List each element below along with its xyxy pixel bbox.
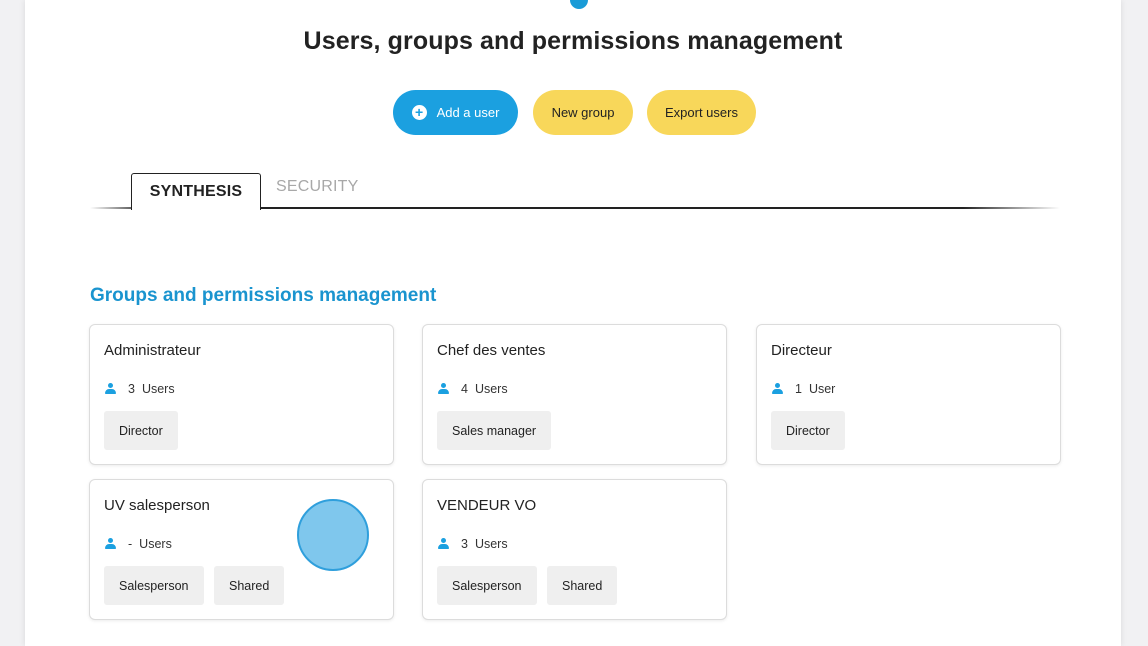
- section-title: Groups and permissions management: [90, 285, 437, 306]
- shared-tag: Shared: [547, 566, 618, 605]
- top-indicator-dot: [570, 0, 588, 9]
- user-count-unit: User: [808, 382, 836, 396]
- add-user-label: Add a user: [436, 105, 500, 120]
- group-user-count: 3 Users: [437, 537, 508, 551]
- shared-tag: Shared: [214, 566, 285, 605]
- user-count-value: -: [128, 537, 133, 551]
- user-count-unit: Users: [474, 537, 508, 551]
- group-user-count: 3 Users: [104, 382, 175, 396]
- role-tag: Sales manager: [437, 411, 552, 450]
- role-tag: Director: [771, 411, 845, 450]
- tab-security[interactable]: SECURITY: [276, 178, 359, 202]
- user-icon: [437, 383, 450, 395]
- group-name: VENDEUR VO: [437, 497, 537, 514]
- group-card-directeur[interactable]: Directeur 1 User Director: [756, 324, 1061, 465]
- page-title: Users, groups and permissions management: [303, 27, 843, 55]
- user-count-unit: Users: [141, 382, 175, 396]
- group-name: Chef des ventes: [437, 342, 546, 359]
- user-count-unit: Users: [139, 537, 172, 551]
- user-icon: [437, 538, 450, 550]
- group-card-vendeur-vo[interactable]: VENDEUR VO 3 Users Salesperson Shared: [422, 479, 727, 620]
- plus-circle-icon: +: [411, 105, 427, 120]
- user-count-value: 1: [795, 382, 802, 396]
- group-card-chef-des-ventes[interactable]: Chef des ventes 4 Users Sales manager: [422, 324, 727, 465]
- user-count-value: 4: [461, 382, 468, 396]
- user-icon: [104, 383, 117, 395]
- group-name: Administrateur: [104, 342, 201, 359]
- group-user-count: - Users: [104, 537, 172, 551]
- user-count-value: 3: [128, 382, 135, 396]
- group-card-administrateur[interactable]: Administrateur 3 Users Director: [89, 324, 394, 465]
- role-tag: Salesperson: [104, 566, 204, 605]
- role-tag: Director: [104, 411, 178, 450]
- export-users-button[interactable]: Export users: [647, 90, 756, 135]
- user-icon: [104, 538, 117, 550]
- add-user-button[interactable]: + Add a user: [393, 90, 518, 135]
- tab-synthesis[interactable]: SYNTHESIS: [131, 173, 261, 210]
- user-count-value: 3: [461, 537, 468, 551]
- group-name: Directeur: [771, 342, 832, 359]
- main-panel: Users, groups and permissions management…: [25, 0, 1121, 646]
- new-group-button[interactable]: New group: [533, 90, 633, 135]
- group-name: UV salesperson: [104, 497, 210, 514]
- user-count-unit: Users: [474, 382, 508, 396]
- group-user-count: 1 User: [771, 382, 835, 396]
- role-tag: Salesperson: [437, 566, 537, 605]
- click-indicator: [297, 499, 369, 571]
- user-icon: [771, 383, 784, 395]
- group-user-count: 4 Users: [437, 382, 508, 396]
